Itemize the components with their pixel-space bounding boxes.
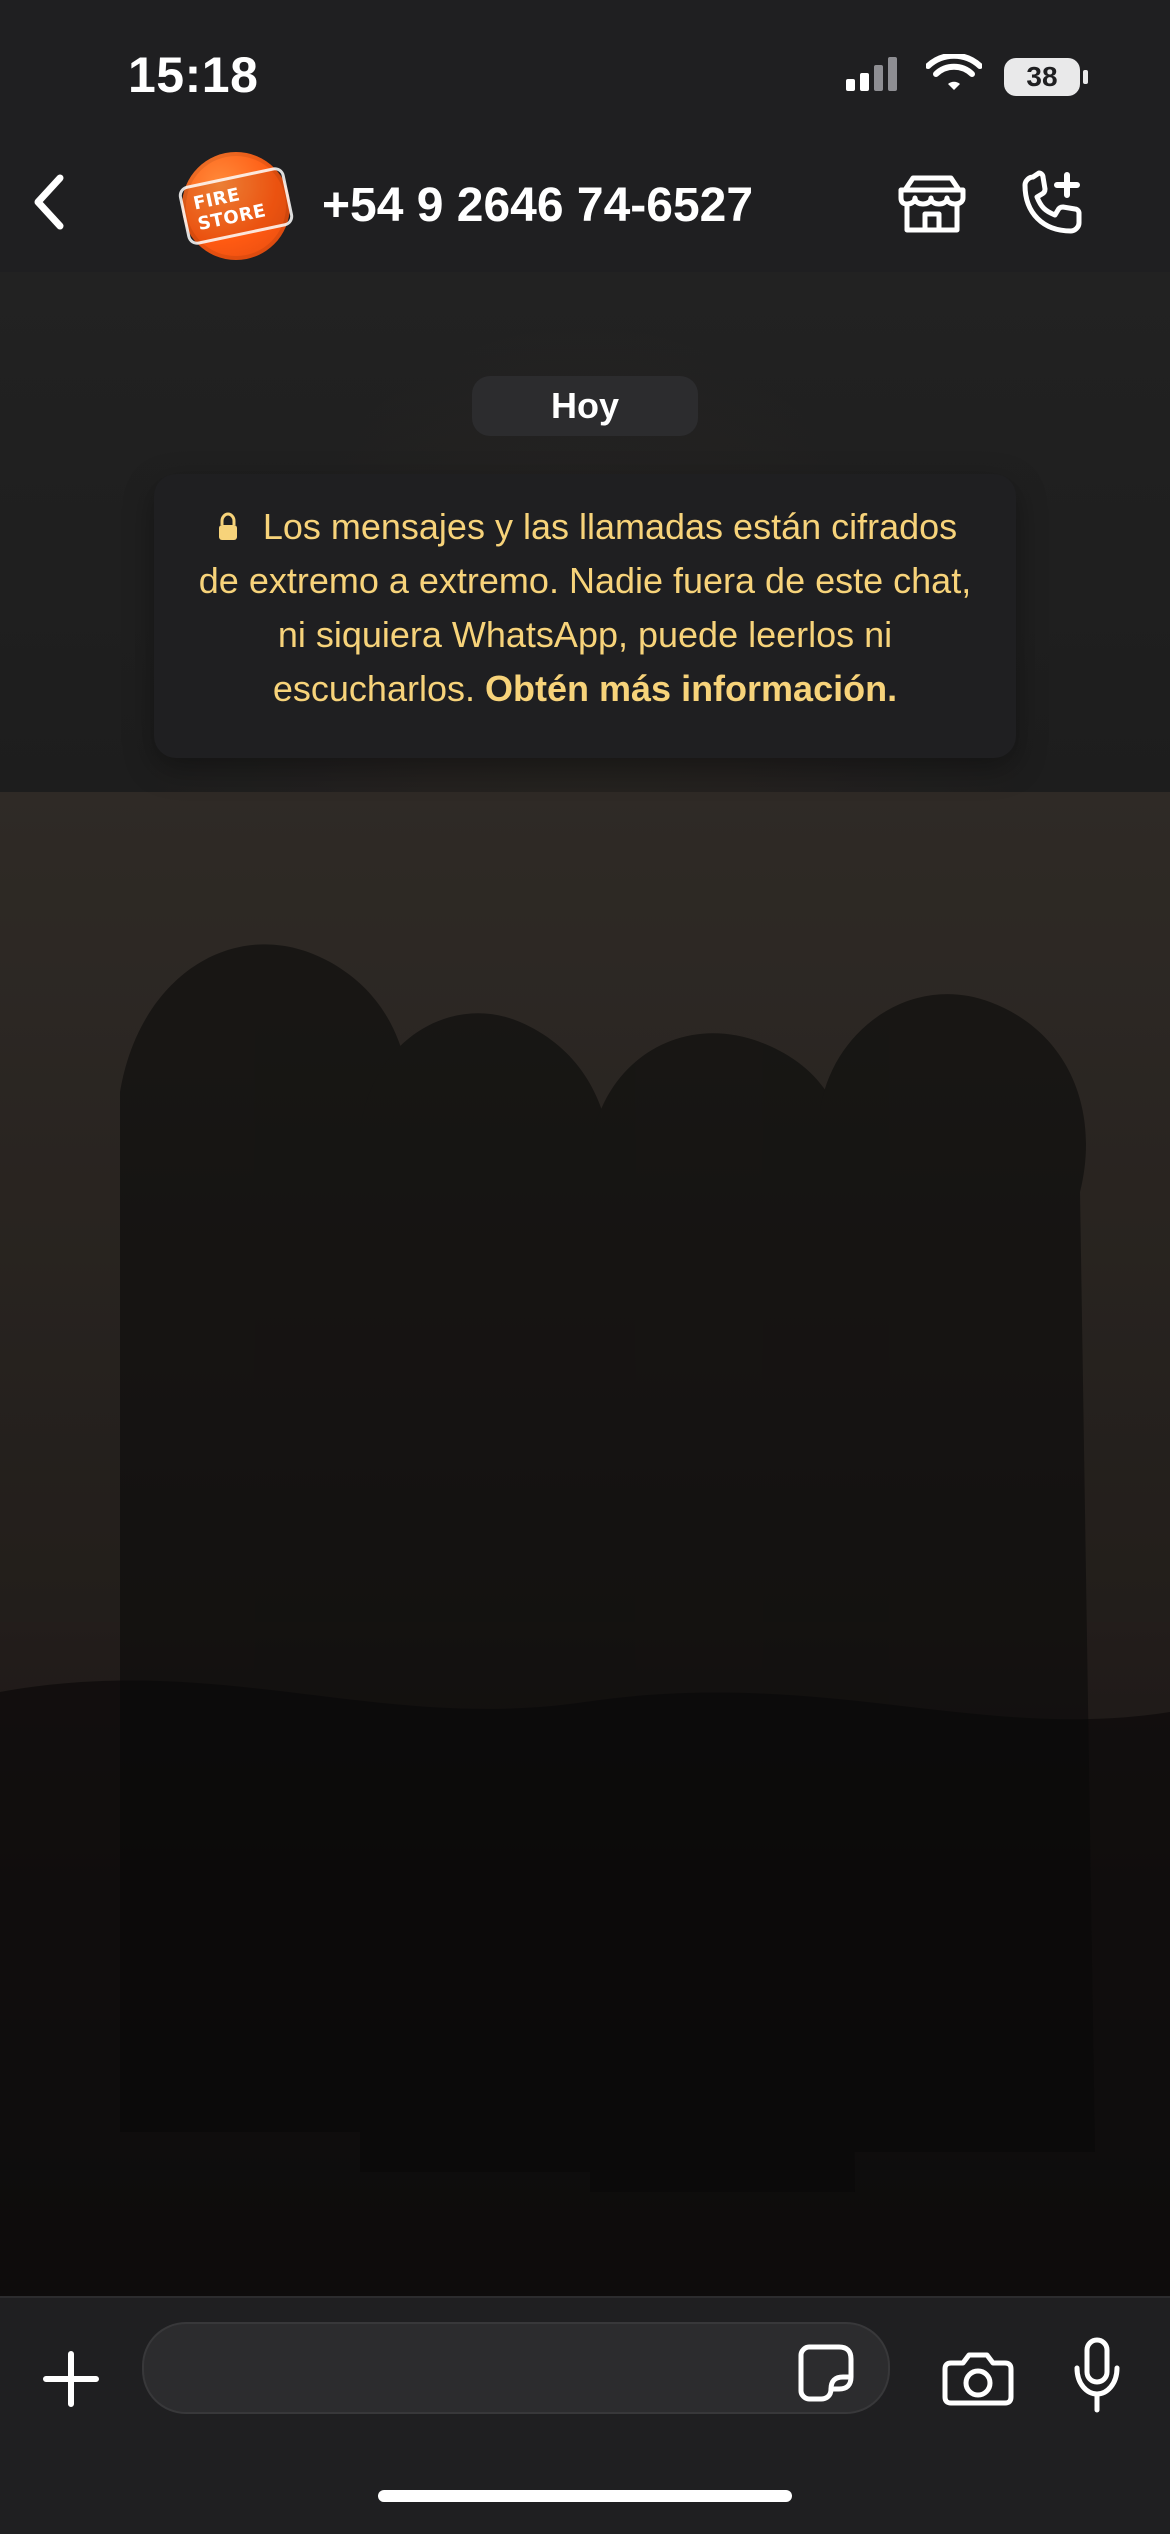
store-icon — [895, 174, 969, 239]
sticker-button[interactable] — [794, 2342, 858, 2406]
contact-name[interactable]: +54 9 2646 74-6527 — [322, 178, 753, 233]
battery-icon: 38 — [1004, 57, 1088, 96]
status-time: 15:18 — [128, 47, 259, 103]
status-icons: 38 — [844, 52, 1088, 99]
learn-more-link[interactable]: Obtén más información. — [485, 668, 897, 709]
microphone-button[interactable] — [1062, 2334, 1132, 2420]
call-button[interactable] — [1012, 166, 1092, 246]
date-separator: Hoy — [472, 376, 698, 436]
camera-button[interactable] — [938, 2338, 1018, 2418]
fire-store-logo: FIRE STORE — [176, 165, 296, 247]
wifi-icon — [925, 52, 983, 99]
chat-area[interactable]: Hoy Los mensajes y las llamadas están ci… — [0, 272, 1170, 2296]
lock-icon — [213, 503, 243, 540]
whatsapp-chat-screen: 15:18 38 FIRE STORE +54 9 2646 74-6527 H… — [0, 0, 1170, 2534]
signal-icon — [844, 55, 904, 98]
microphone-icon — [1069, 2336, 1125, 2419]
encryption-notice[interactable]: Los mensajes y las llamadas están cifrad… — [154, 474, 1016, 758]
back-button[interactable] — [20, 174, 80, 234]
attach-button[interactable] — [30, 2340, 112, 2422]
chat-header: FIRE STORE +54 9 2646 74-6527 — [0, 140, 1170, 270]
store-button[interactable] — [892, 166, 972, 246]
camera-icon — [941, 2345, 1015, 2412]
chevron-left-icon — [28, 172, 72, 237]
home-indicator — [378, 2490, 792, 2502]
plus-icon — [36, 2344, 106, 2419]
phone-plus-icon — [1015, 167, 1089, 246]
battery-percent: 38 — [1026, 60, 1058, 92]
sticker-icon — [795, 2341, 857, 2408]
contact-avatar[interactable]: FIRE STORE — [176, 152, 296, 260]
encryption-notice-text: Los mensajes y las llamadas están cifrad… — [190, 500, 980, 716]
message-input[interactable] — [142, 2322, 890, 2414]
top-bar: 15:18 38 FIRE STORE +54 9 2646 74-6527 — [0, 0, 1170, 274]
